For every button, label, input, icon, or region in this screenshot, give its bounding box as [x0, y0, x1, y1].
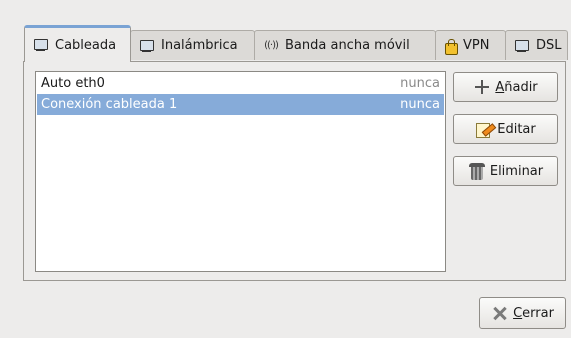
wired-network-icon: [33, 38, 49, 52]
tab-dsl-label: DSL: [536, 38, 562, 53]
tab-page-wired: Auto eth0 nunca Conexión cableada 1 nunc…: [23, 61, 566, 281]
close-icon: [491, 304, 509, 322]
edit-button[interactable]: Editar: [453, 114, 558, 144]
add-button-label: Añadir: [495, 79, 538, 95]
edit-icon: [475, 120, 493, 138]
delete-button[interactable]: Eliminar: [453, 156, 558, 186]
network-connections-window: Cableada Inalámbrica ((·)) Banda ancha m…: [0, 0, 571, 338]
tab-dsl[interactable]: DSL: [505, 30, 568, 60]
tab-wired-label: Cableada: [55, 37, 117, 53]
antenna-icon: ((·)): [264, 39, 279, 51]
connection-last-used: nunca: [400, 97, 440, 112]
connection-name: Auto eth0: [41, 76, 105, 91]
add-button[interactable]: Añadir: [453, 72, 558, 102]
tab-vpn-label: VPN: [463, 38, 490, 53]
tab-vpn[interactable]: VPN: [435, 30, 506, 60]
vpn-lock-icon: [444, 38, 458, 55]
tab-wired[interactable]: Cableada: [24, 25, 131, 62]
close-button-label: Cerrar: [513, 305, 554, 321]
trash-icon: [468, 162, 486, 180]
connection-list[interactable]: Auto eth0 nunca Conexión cableada 1 nunc…: [35, 71, 446, 272]
tab-wireless[interactable]: Inalámbrica: [130, 30, 255, 60]
add-icon: [473, 78, 491, 96]
connection-name: Conexión cableada 1: [41, 97, 178, 112]
connection-row[interactable]: Auto eth0 nunca: [37, 73, 444, 94]
tab-mobile-broadband-label: Banda ancha móvil: [285, 38, 410, 53]
connection-last-used: nunca: [400, 76, 440, 91]
delete-button-label: Eliminar: [489, 163, 544, 179]
close-button[interactable]: Cerrar: [479, 297, 566, 329]
edit-button-label: Editar: [497, 121, 536, 137]
dsl-network-icon: [514, 39, 530, 53]
connection-row-selected[interactable]: Conexión cableada 1 nunca: [37, 94, 444, 115]
wireless-network-icon: [139, 39, 155, 53]
tab-mobile-broadband[interactable]: ((·)) Banda ancha móvil: [254, 30, 436, 60]
tab-wireless-label: Inalámbrica: [161, 38, 238, 53]
